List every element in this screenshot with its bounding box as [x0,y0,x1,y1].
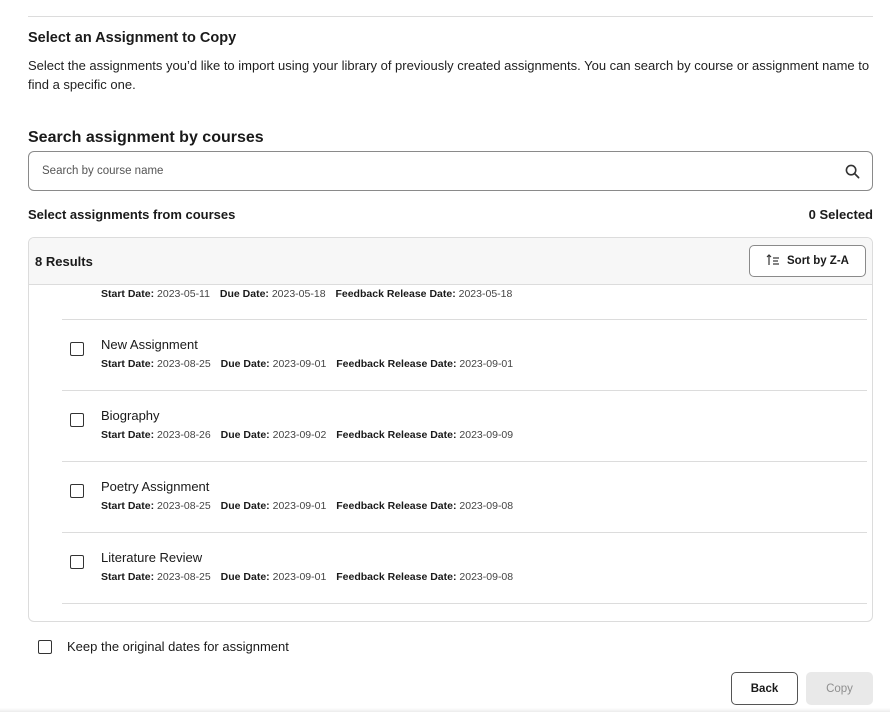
bottom-edge [0,708,890,712]
due-date-value: 2023-09-01 [272,571,327,583]
list-item: New Assignment Start Date: 2023-08-25 Du… [62,320,867,391]
selected-count: 0 Selected [808,207,873,222]
back-button[interactable]: Back [731,672,798,705]
item-dates: Start Date: 2023-05-11 Due Date: 2023-05… [101,288,519,300]
sort-label: Sort by Z-A [787,255,849,267]
due-date-label: Due Date: [220,429,270,441]
start-date-label: Start Date: [101,288,155,300]
item-checkbox[interactable] [70,413,84,427]
start-date-label: Start Date: [101,429,155,441]
list-item: Start Date: 2023-05-11 Due Date: 2023-05… [62,285,867,320]
search-box [28,151,873,191]
item-dates: Start Date: 2023-08-26 Due Date: 2023-09… [101,429,520,441]
due-date-label: Due Date: [220,358,270,370]
feedback-date-label: Feedback Release Date: [335,288,456,300]
list-item: Literature Review Start Date: 2023-08-25… [62,533,867,604]
due-date-label: Due Date: [219,288,269,300]
item-dates: Start Date: 2023-08-25 Due Date: 2023-09… [101,358,520,370]
item-checkbox[interactable] [70,555,84,569]
start-date-label: Start Date: [101,500,155,512]
item-checkbox[interactable] [70,484,84,498]
select-assignments-label: Select assignments from courses [28,207,236,222]
list-item: Poetry Assignment Start Date: 2023-08-25… [62,462,867,533]
due-date-value: 2023-09-02 [272,429,327,441]
search-title: Search assignment by courses [28,129,264,146]
due-date-value: 2023-09-01 [272,500,327,512]
start-date-value: 2023-08-25 [157,358,211,370]
search-icon[interactable] [832,152,872,190]
start-date-value: 2023-08-25 [157,500,211,512]
feedback-date-label: Feedback Release Date: [336,429,457,441]
search-input[interactable] [29,152,832,190]
due-date-value: 2023-05-18 [271,288,326,300]
feedback-date-value: 2023-09-01 [459,358,514,370]
start-date-label: Start Date: [101,571,155,583]
section-title: Select an Assignment to Copy [28,30,237,46]
keep-dates-checkbox[interactable] [38,639,52,654]
start-date-value: 2023-08-25 [157,571,211,583]
feedback-date-value: 2023-05-18 [458,288,513,300]
copy-assignment-dialog: Select an Assignment to Copy Select the … [0,0,890,712]
section-description: Select the assignments you’d like to imp… [28,58,870,92]
due-date-value: 2023-09-01 [272,358,327,370]
assignment-list[interactable]: Start Date: 2023-05-11 Due Date: 2023-05… [29,285,872,621]
item-dates: Start Date: 2023-08-25 Due Date: 2023-09… [101,500,520,512]
due-date-label: Due Date: [220,500,270,512]
start-date-label: Start Date: [101,358,155,370]
feedback-date-label: Feedback Release Date: [336,571,457,583]
results-header: 8 Results Sort by Z-A [29,238,872,285]
copy-button[interactable]: Copy [806,672,873,705]
item-checkbox[interactable] [70,342,84,356]
keep-dates-label[interactable]: Keep the original dates for assignment [67,639,289,654]
feedback-date-value: 2023-09-08 [459,500,514,512]
list-item: Biography Start Date: 2023-08-26 Due Dat… [62,391,867,462]
top-divider [28,16,873,17]
item-name: Literature Review [101,550,203,565]
item-name: Poetry Assignment [101,479,210,494]
feedback-date-value: 2023-09-09 [459,429,514,441]
keep-dates-option[interactable]: Keep the original dates for assignment [38,639,289,654]
sort-button[interactable]: Sort by Z-A [749,245,866,277]
results-panel: 8 Results Sort by Z-A Start Date: 2023-0… [28,237,873,622]
item-name: Biography [101,408,160,423]
results-count: 8 Results [35,253,93,269]
feedback-date-label: Feedback Release Date: [336,500,457,512]
item-dates: Start Date: 2023-08-25 Due Date: 2023-09… [101,571,520,583]
feedback-date-value: 2023-09-08 [459,571,514,583]
sort-descending-icon [766,253,780,269]
due-date-label: Due Date: [220,571,270,583]
feedback-date-label: Feedback Release Date: [336,358,457,370]
item-name: New Assignment [101,337,198,352]
start-date-value: 2023-08-26 [157,429,211,441]
start-date-value: 2023-05-11 [157,288,210,300]
